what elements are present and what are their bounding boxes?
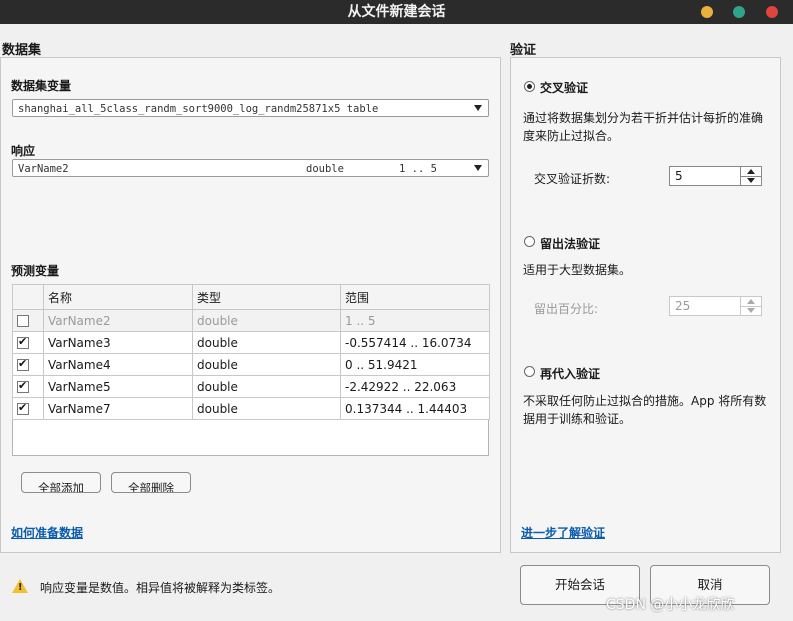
validation-section-title: 验证 xyxy=(510,43,537,58)
folds-value: 5 xyxy=(675,169,683,183)
increment-icon[interactable] xyxy=(747,169,755,174)
response-dropdown[interactable]: VarName2 double 1 .. 5 xyxy=(12,159,489,177)
close-icon[interactable] xyxy=(766,6,778,18)
table-row: VarName2 double 1 .. 5 xyxy=(12,309,490,332)
prepare-data-link[interactable]: 如何准备数据 xyxy=(11,524,83,541)
table-row: VarName3 double -0.557414 .. 16.0734 xyxy=(12,331,490,354)
predictor-range: -0.557414 .. 16.0734 xyxy=(340,331,490,354)
dataset-variable-value: shanghai_all_5class_randm_sort9000_log_r… xyxy=(18,103,379,115)
response-type: double xyxy=(306,163,344,175)
predictor-checkbox[interactable] xyxy=(17,315,29,327)
resubstitution-radio[interactable] xyxy=(524,366,535,377)
predictor-name: VarName7 xyxy=(43,397,193,420)
dataset-variable-label: 数据集变量 xyxy=(11,79,72,93)
dataset-panel: 数据集变量 shanghai_all_5class_randm_sort9000… xyxy=(0,57,501,553)
learn-more-validation-link[interactable]: 进一步了解验证 xyxy=(521,524,605,541)
minimize-icon[interactable] xyxy=(701,6,713,18)
cross-validation-radio[interactable] xyxy=(524,81,535,92)
resubstitution-description: 不采取任何防止过拟合的措施。App 将所有数据用于训练和验证。 xyxy=(523,394,767,426)
cross-validation-label[interactable]: 交叉验证 xyxy=(540,79,588,96)
chevron-down-icon xyxy=(474,105,482,111)
warning-message: 响应变量是数值。相异值将被解释为类标签。 xyxy=(40,581,281,595)
watermark: CSDN @小小龙欣欣 xyxy=(606,597,735,613)
holdout-description: 适用于大型数据集。 xyxy=(523,263,632,277)
predictor-name: VarName3 xyxy=(43,331,193,354)
decrement-icon[interactable] xyxy=(747,178,755,183)
response-range: 1 .. 5 xyxy=(399,163,437,175)
predictor-name: VarName5 xyxy=(43,375,193,398)
predictor-checkbox[interactable] xyxy=(17,357,29,371)
predictor-range: 0.137344 .. 1.44403 xyxy=(340,397,490,420)
holdout-percent-stepper: 25 xyxy=(669,296,762,316)
dataset-variable-dropdown[interactable]: shanghai_all_5class_randm_sort9000_log_r… xyxy=(12,99,489,117)
holdout-radio[interactable] xyxy=(524,236,535,247)
predictor-type: double xyxy=(192,397,341,420)
table-row: VarName5 double -2.42922 .. 22.063 xyxy=(12,375,490,398)
window-title: 从文件新建会话 xyxy=(347,4,446,20)
predictors-label: 预测变量 xyxy=(11,264,60,278)
table-row: VarName7 double 0.137344 .. 1.44403 xyxy=(12,397,490,420)
maximize-icon[interactable] xyxy=(733,6,745,18)
column-header[interactable]: 范围 xyxy=(340,284,490,310)
column-header[interactable]: 名称 xyxy=(43,284,193,310)
predictor-name: VarName4 xyxy=(43,353,193,376)
predictor-range: 0 .. 51.9421 xyxy=(340,353,490,376)
predictor-name: VarName2 xyxy=(43,309,193,332)
predictor-checkbox[interactable] xyxy=(17,379,29,393)
title-bar: 从文件新建会话 xyxy=(0,0,793,24)
table-row: VarName4 double 0 .. 51.9421 xyxy=(12,353,490,376)
holdout-label[interactable]: 留出法验证 xyxy=(540,235,600,252)
predictor-range: -2.42922 .. 22.063 xyxy=(340,375,490,398)
cross-validation-description: 通过将数据集划分为若干折并估计每折的准确度来防止过拟合。 xyxy=(523,111,764,143)
folds-stepper[interactable]: 5 xyxy=(669,166,762,186)
column-header[interactable]: 类型 xyxy=(192,284,341,310)
predictor-type: double xyxy=(192,331,341,354)
predictor-range: 1 .. 5 xyxy=(340,309,490,332)
folds-label: 交叉验证折数: xyxy=(534,172,611,186)
predictor-type: double xyxy=(192,375,341,398)
chevron-down-icon xyxy=(474,165,482,171)
remove-all-button[interactable]: 全部删除 xyxy=(111,472,191,493)
dataset-section-title: 数据集 xyxy=(2,43,42,58)
holdout-percent-label: 留出百分比: xyxy=(534,302,599,316)
predictor-checkbox[interactable] xyxy=(17,401,29,415)
predictor-type: double xyxy=(192,309,341,332)
predictors-table: 名称 类型 范围 VarName2 double 1 .. 5 VarName3… xyxy=(12,284,490,420)
response-name: VarName2 xyxy=(18,163,69,175)
decrement-icon xyxy=(747,308,755,313)
validation-panel: 交叉验证 通过将数据集划分为若干折并估计每折的准确度来防止过拟合。 交叉验证折数… xyxy=(510,57,781,553)
increment-icon xyxy=(747,299,755,304)
resubstitution-label[interactable]: 再代入验证 xyxy=(540,365,600,382)
holdout-percent-value: 25 xyxy=(675,299,691,313)
predictor-checkbox[interactable] xyxy=(17,335,29,349)
predictor-type: double xyxy=(192,353,341,376)
response-label: 响应 xyxy=(11,144,36,158)
add-all-button[interactable]: 全部添加 xyxy=(21,472,101,493)
